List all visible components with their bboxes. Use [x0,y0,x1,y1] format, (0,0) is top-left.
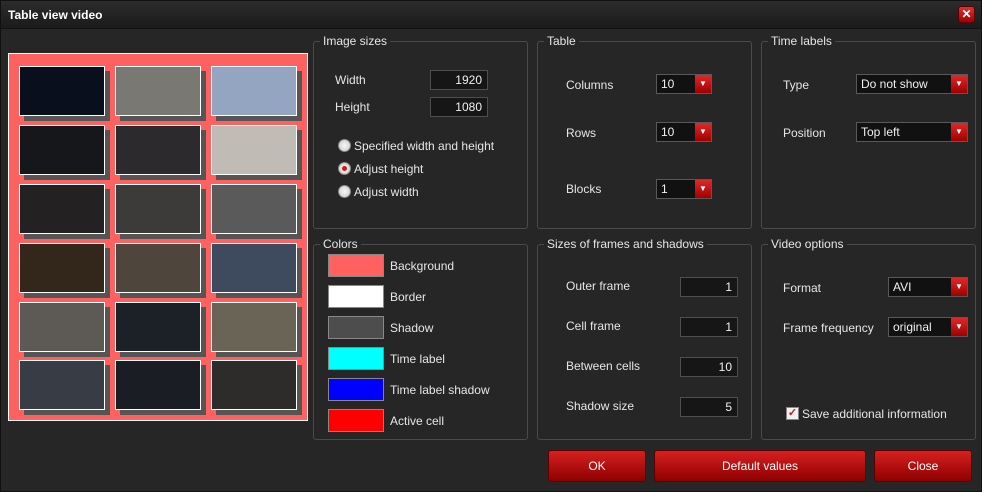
thumbnail-cell [211,243,297,293]
thumbnail-cell [211,184,297,234]
type-label: Type [783,78,810,92]
thumbnail-cell [115,360,201,410]
radio-adjust-height[interactable] [338,162,351,175]
thumbnail-cell [19,302,105,352]
format-value: AVI [893,280,912,294]
blocks-value: 1 [661,182,668,196]
color-swatch-label: Time label [390,352,445,366]
position-select[interactable]: Top left ▼ [856,122,968,142]
thumbnail-cell [115,125,201,175]
color-swatch[interactable] [328,409,384,432]
outer-frame-label: Outer frame [566,279,631,293]
video-options-group: Video options Format AVI ▼ Frame frequen… [761,237,976,440]
radio-adjust-width-label[interactable]: Adjust width [354,185,419,199]
frame-frequency-value: original [893,320,932,334]
color-swatch[interactable] [328,347,384,370]
table-title: Table [544,34,579,48]
radio-specified-size[interactable] [338,139,351,152]
time-labels-title: Time labels [768,34,835,48]
chevron-down-icon[interactable]: ▼ [695,180,711,198]
save-info-checkbox[interactable]: ✓ [786,407,799,420]
chevron-down-icon[interactable]: ▼ [951,123,967,141]
rows-label: Rows [566,126,597,140]
width-input[interactable]: 1920 [430,70,488,90]
window-title: Table view video [8,8,103,22]
cell-frame-input[interactable]: 1 [680,317,738,337]
frames-shadows-group: Sizes of frames and shadows Outer frame … [537,237,752,440]
thumbnail-cell [115,66,201,116]
color-swatch-label: Active cell [390,414,445,428]
columns-value: 10 [661,77,675,91]
save-info-label[interactable]: Save additional information [802,407,947,421]
ok-button[interactable]: OK [548,450,646,482]
blocks-label: Blocks [566,182,602,196]
width-label: Width [335,73,366,87]
colors-title: Colors [320,237,361,251]
thumbnail-cell [19,360,105,410]
thumbnail-cell [115,184,201,234]
color-swatch[interactable] [328,254,384,277]
outer-frame-input[interactable]: 1 [680,277,738,297]
rows-value: 10 [661,125,675,139]
color-swatch-label: Time label shadow [390,383,490,397]
chevron-down-icon[interactable]: ▼ [951,75,967,93]
position-label: Position [783,126,826,140]
thumbnail-cell [19,125,105,175]
chevron-down-icon[interactable]: ▼ [951,278,967,296]
title-bar: Table view video ✕ [1,1,981,29]
radio-specified-size-label[interactable]: Specified width and height [354,139,494,153]
frames-shadows-title: Sizes of frames and shadows [544,237,707,251]
chevron-down-icon[interactable]: ▼ [951,318,967,336]
thumbnail-cell [19,243,105,293]
chevron-down-icon[interactable]: ▼ [695,75,711,93]
color-swatch-label: Shadow [390,321,434,335]
columns-label: Columns [566,78,614,92]
color-swatch[interactable] [328,285,384,308]
table-view-video-window: Table view video ✕ Image sizes Width 192… [0,0,982,492]
color-swatch[interactable] [328,316,384,339]
preview-grid [8,53,308,421]
type-value: Do not show [861,77,928,91]
thumbnail-cell [211,360,297,410]
thumbnail-cell [115,302,201,352]
color-swatch[interactable] [328,378,384,401]
default-values-button[interactable]: Default values [654,450,866,482]
thumbnail-cell [211,302,297,352]
thumbnail-cell [211,66,297,116]
between-cells-label: Between cells [566,359,641,373]
shadow-size-input[interactable]: 5 [680,397,738,417]
frame-frequency-label: Frame frequency [783,321,874,335]
radio-adjust-height-label[interactable]: Adjust height [354,162,423,176]
cell-frame-label: Cell frame [566,319,621,333]
blocks-select[interactable]: 1 ▼ [656,179,712,199]
between-cells-input[interactable]: 10 [680,357,738,377]
radio-adjust-width[interactable] [338,185,351,198]
position-value: Top left [861,125,900,139]
thumbnail-cell [19,66,105,116]
time-labels-group: Time labels Type Do not show ▼ Position … [761,34,976,229]
table-group: Table Columns 10 ▼ Rows 10 ▼ Blocks 1 ▼ [537,34,752,229]
height-label: Height [335,100,370,114]
shadow-size-label: Shadow size [566,399,635,413]
rows-select[interactable]: 10 ▼ [656,122,712,142]
thumbnail-cell [211,125,297,175]
type-select[interactable]: Do not show ▼ [856,74,968,94]
frame-frequency-select[interactable]: original ▼ [888,317,968,337]
thumbnail-cell [115,243,201,293]
columns-select[interactable]: 10 ▼ [656,74,712,94]
chevron-down-icon[interactable]: ▼ [695,123,711,141]
height-input[interactable]: 1080 [430,97,488,117]
format-select[interactable]: AVI ▼ [888,277,968,297]
image-sizes-group: Image sizes Width 1920 Height 1080 Speci… [313,34,528,229]
colors-group: Colors Background Border Shadow Time label T… [313,237,528,440]
color-swatch-label: Background [390,259,455,273]
image-sizes-title: Image sizes [320,34,391,48]
close-button[interactable]: Close [874,450,972,482]
video-options-title: Video options [768,237,847,251]
color-swatch-label: Border [390,290,427,304]
format-label: Format [783,281,822,295]
window-close-icon[interactable]: ✕ [958,6,975,23]
thumbnail-cell [19,184,105,234]
